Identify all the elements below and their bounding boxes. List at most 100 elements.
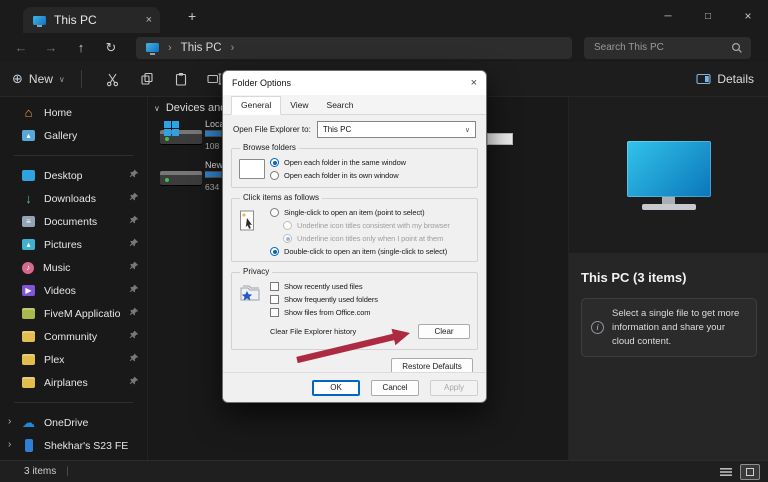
radio-icon[interactable]: [270, 247, 279, 256]
sidebar-item[interactable]: › Desktop: [0, 164, 147, 187]
folder-window-icon: [239, 159, 265, 179]
sidebar-item-label: Gallery: [44, 130, 120, 142]
windows-logo-icon: [164, 121, 179, 136]
checkbox-option[interactable]: Show files from Office.com: [270, 306, 472, 319]
sidebar-item[interactable]: › ≡ Documents: [0, 210, 147, 233]
sidebar-item[interactable]: › ☁ OneDrive: [0, 411, 147, 434]
sidebar-item[interactable]: › ▴ Gallery: [0, 124, 147, 147]
sidebar-item-label: Downloads: [44, 193, 120, 205]
large-icons-view-button[interactable]: [740, 464, 760, 480]
radio-option[interactable]: Double-click to open an item (single-cli…: [270, 245, 472, 258]
forward-icon[interactable]: →: [36, 40, 66, 55]
up-icon[interactable]: ↑: [66, 40, 96, 55]
pin-icon: [129, 284, 139, 297]
tab-title: This PC: [54, 13, 97, 27]
sidebar-item[interactable]: › ⌂ Home: [0, 101, 147, 124]
info-text: Select a single file to get more informa…: [612, 307, 747, 348]
dialog-close-icon[interactable]: ×: [471, 77, 477, 89]
checkbox-label: Show frequently used folders: [284, 295, 378, 304]
dialog-tab[interactable]: General: [231, 96, 281, 115]
details-button[interactable]: Details: [696, 72, 754, 86]
details-panel-icon: [696, 73, 711, 85]
radio-icon[interactable]: [283, 234, 292, 243]
radio-label: Double-click to open an item (single-cli…: [284, 247, 447, 256]
sidebar-item[interactable]: › ▴ Pictures: [0, 233, 147, 256]
radio-option[interactable]: Underline icon titles only when I point …: [283, 232, 472, 245]
chevron-down-icon: ∨: [59, 75, 65, 84]
tab-close-icon[interactable]: ×: [146, 14, 152, 26]
paste-icon: [174, 72, 188, 86]
group-legend: Privacy: [240, 267, 272, 277]
search-input[interactable]: Search This PC: [584, 37, 751, 59]
minimize-button[interactable]: ─: [648, 0, 688, 33]
window-controls: ─ □ ×: [648, 0, 768, 33]
sidebar-item[interactable]: › ♪ Music: [0, 256, 147, 279]
breadcrumb[interactable]: This PC: [181, 42, 222, 54]
sidebar-item[interactable]: › FiveM Application Data: [0, 302, 147, 325]
section-title: Devices and: [166, 102, 227, 114]
dialog-body: Open File Explorer to: This PC ∨ Browse …: [223, 115, 486, 374]
radio-option[interactable]: Open each folder in the same window: [270, 156, 472, 169]
radio-icon[interactable]: [270, 208, 279, 217]
new-button[interactable]: ⊕ New ∨: [12, 71, 65, 87]
pin-icon: [129, 192, 139, 205]
copy-button[interactable]: [130, 72, 164, 86]
sidebar-item[interactable]: › ↓ Downloads: [0, 187, 147, 210]
radio-icon[interactable]: [283, 221, 292, 230]
refresh-icon[interactable]: ↻: [96, 40, 126, 56]
back-icon[interactable]: ←: [6, 40, 36, 55]
checkbox-icon[interactable]: [270, 308, 279, 317]
sidebar-item[interactable]: › ▶ Videos: [0, 279, 147, 302]
clear-button[interactable]: Clear: [418, 324, 470, 339]
search-icon: [731, 42, 743, 54]
sidebar-item-label: FiveM Application Data: [44, 308, 120, 320]
paste-button[interactable]: [164, 72, 198, 86]
pin-icon: [129, 238, 139, 251]
privacy-group: Privacy Show recently used files S: [231, 272, 478, 350]
chevron-down-icon: ∨: [465, 126, 470, 134]
open-to-dropdown[interactable]: This PC ∨: [317, 121, 476, 138]
sidebar-item[interactable]: › Airplanes: [0, 371, 147, 394]
sidebar-item[interactable]: › Plex: [0, 348, 147, 371]
privacy-folder-star-icon: [239, 283, 263, 310]
ok-button[interactable]: OK: [312, 380, 360, 396]
sidebar-item[interactable]: › Shekhar's S23 FE: [0, 434, 147, 457]
radio-option[interactable]: Underline icon titles consistent with my…: [283, 219, 472, 232]
expand-chevron-icon[interactable]: ›: [8, 439, 11, 450]
items-count: 3 items: [24, 466, 56, 477]
preview-image-area: [569, 97, 768, 253]
details-view-button[interactable]: [716, 464, 736, 480]
sidebar-item[interactable]: › Community: [0, 325, 147, 348]
apply-button: Apply: [430, 380, 478, 396]
collapse-chevron-icon[interactable]: ∨: [154, 104, 160, 113]
sidebar-item-icon: [22, 170, 35, 181]
checkbox-option[interactable]: Show recently used files: [270, 280, 472, 293]
radio-label: Open each folder in the same window: [284, 158, 406, 167]
cancel-button[interactable]: Cancel: [371, 380, 419, 396]
close-button[interactable]: ×: [728, 0, 768, 33]
sidebar-item-icon: ↓: [22, 193, 35, 204]
checkbox-icon[interactable]: [270, 282, 279, 291]
info-icon: i: [591, 321, 604, 334]
maximize-button[interactable]: □: [688, 0, 728, 33]
radio-icon[interactable]: [270, 171, 279, 180]
dialog-tab[interactable]: View: [281, 97, 317, 114]
sidebar-item-label: Shekhar's S23 FE: [44, 440, 130, 452]
radio-option[interactable]: Open each folder in its own window: [270, 169, 472, 182]
checkbox-icon[interactable]: [270, 295, 279, 304]
address-bar[interactable]: › This PC ›: [136, 37, 572, 59]
radio-icon[interactable]: [270, 158, 279, 167]
cut-button[interactable]: [96, 72, 130, 87]
drive-size: 108: [205, 141, 219, 151]
dialog-title-bar: Folder Options ×: [223, 71, 486, 95]
new-tab-button[interactable]: +: [188, 8, 196, 26]
devices-and-drives-header[interactable]: ∨ Devices and: [154, 102, 226, 114]
sidebar-item-label: Videos: [44, 285, 120, 297]
radio-label: Single-click to open an item (point to s…: [284, 208, 424, 217]
checkbox-option[interactable]: Show frequently used folders: [270, 293, 472, 306]
radio-option[interactable]: Single-click to open an item (point to s…: [270, 206, 472, 219]
this-pc-preview-icon: [627, 141, 711, 197]
tab-this-pc[interactable]: This PC ×: [23, 7, 160, 33]
expand-chevron-icon[interactable]: ›: [8, 416, 11, 427]
dialog-tab[interactable]: Search: [318, 97, 363, 114]
